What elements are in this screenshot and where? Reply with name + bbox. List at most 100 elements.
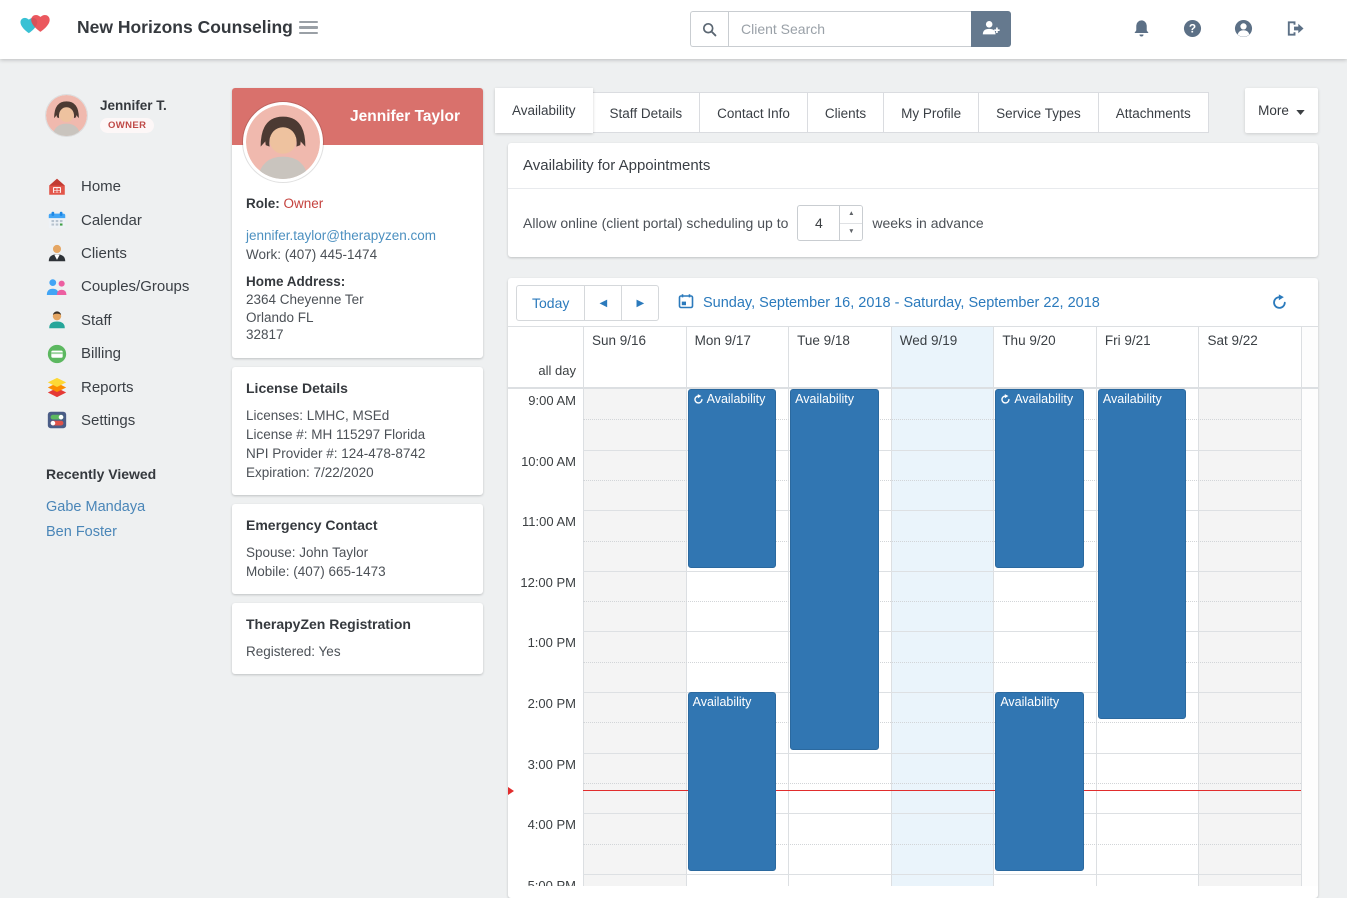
reports-icon: [46, 376, 68, 398]
event-label: Availability: [1103, 392, 1162, 406]
sidebar-item-label: Staff: [81, 312, 112, 329]
emergency-contact-title: Emergency Contact: [246, 517, 469, 533]
scheduling-text-before: Allow online (client portal) scheduling …: [523, 215, 788, 231]
all-day-cell-tue-9-18[interactable]: [788, 357, 891, 387]
more-button-label: More: [1258, 103, 1289, 118]
today-button[interactable]: Today: [517, 286, 584, 320]
help-icon[interactable]: ?: [1183, 19, 1202, 38]
profile-photo: [243, 102, 323, 182]
emergency-contact-lines: Spouse: John TaylorMobile: (407) 665-147…: [246, 543, 469, 581]
sidebar-item-staff[interactable]: Staff: [46, 304, 232, 337]
day-header-tue-9-18: Tue 9/18: [788, 327, 891, 357]
more-button[interactable]: More: [1245, 88, 1318, 133]
time-label: 2:00 PM: [528, 696, 576, 711]
prev-week-button[interactable]: ◀: [584, 286, 621, 320]
time-label: 3:00 PM: [528, 757, 576, 772]
client-search-input[interactable]: [728, 11, 971, 47]
all-day-cell-wed-9-19[interactable]: [891, 357, 994, 387]
license-detail-line: NPI Provider #: 124-478-8742: [246, 444, 469, 463]
tab-attachments[interactable]: Attachments: [1098, 92, 1209, 133]
add-client-button[interactable]: [971, 11, 1011, 47]
day-column-mon-9-17[interactable]: Availability Availability: [686, 389, 789, 886]
license-detail-line: Expiration: 7/22/2020: [246, 463, 469, 482]
sidebar-item-calendar[interactable]: Calendar: [46, 203, 232, 236]
availability-event[interactable]: Availability: [1098, 389, 1187, 719]
profile-email-link[interactable]: jennifer.taylor@therapyzen.com: [246, 226, 469, 245]
all-day-cell-thu-9-20[interactable]: [993, 357, 1096, 387]
day-header-sat-9-22: Sat 9/22: [1198, 327, 1301, 357]
sidebar-item-label: Settings: [81, 412, 135, 429]
sidebar-item-billing[interactable]: Billing: [46, 337, 232, 370]
next-week-button[interactable]: ▶: [621, 286, 658, 320]
time-label: 9:00 AM: [528, 393, 576, 408]
hamburger-menu-icon[interactable]: [299, 21, 318, 36]
time-label: 11:00 AM: [522, 514, 576, 529]
user-icon[interactable]: [1234, 19, 1253, 38]
sidebar-user[interactable]: Jennifer T. OWNER: [46, 95, 232, 136]
sidebar-item-label: Billing: [81, 345, 121, 362]
recent-link-gabe-mandaya[interactable]: Gabe Mandaya: [46, 499, 232, 515]
tab-my-profile[interactable]: My Profile: [883, 92, 979, 133]
sidebar-item-clients[interactable]: Clients: [46, 237, 232, 270]
time-label: 4:00 PM: [528, 817, 576, 832]
day-column-wed-9-19[interactable]: [891, 389, 994, 886]
sidebar-nav: HomeCalendarClients Couples/Groups Staff Bi…: [46, 170, 232, 437]
time-axis: 9:00 AM10:00 AM11:00 AM12:00 PM1:00 PM2:…: [508, 389, 583, 886]
all-day-cell-sun-9-16[interactable]: [583, 357, 686, 387]
home-address-line: 2364 Cheyenne Ter: [246, 291, 469, 309]
settings-icon: [46, 409, 68, 431]
availability-event[interactable]: Availability: [790, 389, 879, 750]
availability-event[interactable]: Availability: [995, 389, 1084, 568]
event-label: Availability: [693, 695, 752, 709]
bell-icon[interactable]: [1132, 19, 1151, 38]
sidebar-item-couples-groups[interactable]: Couples/Groups: [46, 270, 232, 303]
weeks-stepper-up[interactable]: ▲: [840, 206, 862, 224]
search-icon: [690, 11, 728, 47]
day-column-sat-9-22[interactable]: [1198, 389, 1301, 886]
sidebar-item-home[interactable]: Home: [46, 170, 232, 203]
all-day-cell-sat-9-22[interactable]: [1198, 357, 1301, 387]
recently-viewed-title: Recently Viewed: [46, 466, 232, 482]
day-column-thu-9-20[interactable]: Availability Availability: [993, 389, 1096, 886]
time-label: 5:00 PM: [528, 878, 576, 886]
emergency-contact-line: Mobile: (407) 665-1473: [246, 562, 469, 581]
day-column-tue-9-18[interactable]: Availability: [788, 389, 891, 886]
registration-card: TherapyZen Registration Registered: Yes: [232, 603, 483, 674]
tab-staff-details[interactable]: Staff Details: [592, 92, 701, 133]
hour-line: [583, 874, 1301, 875]
half-hour-line: [583, 601, 1301, 602]
sidebar-user-name: Jennifer T.: [100, 95, 167, 113]
day-column-sun-9-16[interactable]: [583, 389, 686, 886]
all-day-cell-mon-9-17[interactable]: [686, 357, 789, 387]
day-header-thu-9-20: Thu 9/20: [993, 327, 1096, 357]
sign-out-icon[interactable]: [1285, 19, 1304, 38]
sidebar-item-label: Couples/Groups: [81, 278, 189, 295]
home-address-lines: 2364 Cheyenne TerOrlando FL32817: [246, 291, 469, 344]
main-content: AvailabilityStaff DetailsContact InfoCli…: [495, 88, 1318, 138]
tab-contact-info[interactable]: Contact Info: [699, 92, 808, 133]
event-label: Availability: [1014, 392, 1073, 406]
tab-service-types[interactable]: Service Types: [978, 92, 1099, 133]
sidebar-avatar: [46, 95, 87, 136]
caret-down-icon: [1296, 103, 1305, 118]
license-details-card: License Details Licenses: LMHC, MSEdLice…: [232, 367, 483, 495]
all-day-cell-fri-9-21[interactable]: [1096, 357, 1199, 387]
refresh-icon[interactable]: [1271, 294, 1288, 311]
weeks-stepper-down[interactable]: ▼: [840, 224, 862, 241]
all-day-label: all day: [508, 357, 583, 387]
availability-event[interactable]: Availability: [688, 389, 777, 568]
time-label: 10:00 AM: [521, 454, 576, 469]
availability-event[interactable]: Availability: [995, 692, 1084, 871]
sidebar-item-reports[interactable]: Reports: [46, 370, 232, 403]
scheduling-text-after: weeks in advance: [872, 215, 983, 231]
staff-icon: [46, 309, 68, 331]
weeks-input[interactable]: [797, 205, 840, 241]
recent-link-ben-foster[interactable]: Ben Foster: [46, 524, 232, 540]
day-column-fri-9-21[interactable]: Availability: [1096, 389, 1199, 886]
tab-availability[interactable]: Availability: [495, 88, 593, 133]
tab-clients[interactable]: Clients: [807, 92, 884, 133]
sidebar-item-settings[interactable]: Settings: [46, 404, 232, 437]
role-label: Role:: [246, 196, 280, 211]
availability-event[interactable]: Availability: [688, 692, 777, 871]
day-header-wed-9-19: Wed 9/19: [891, 327, 994, 357]
